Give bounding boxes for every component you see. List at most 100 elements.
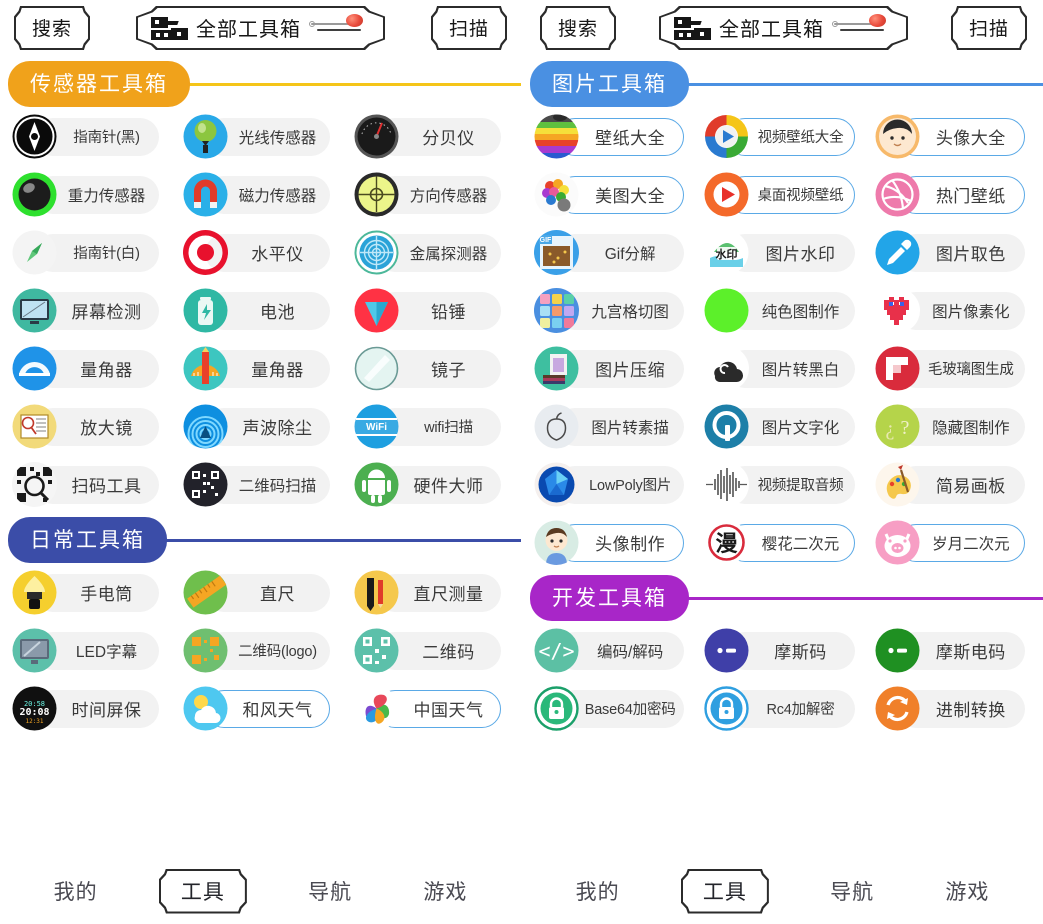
tool-item[interactable]: 分贝仪 [346, 113, 517, 160]
time-screensaver-icon: 20:58 20:08 12:31 [12, 686, 57, 731]
app-root: 搜索 全部工具箱 扫描 传感器工具箱 指南针(黑) 光线传感器 分贝仪 重力传感… [0, 0, 1043, 924]
tool-item[interactable]: 二维码(logo) [175, 627, 346, 674]
qr-code-icon [354, 628, 399, 673]
tool-item[interactable]: 指南针(黑) [4, 113, 175, 160]
all-toolbox-button[interactable]: 全部工具箱 [659, 6, 908, 50]
tool-item[interactable]: 岁月二次元 [867, 519, 1037, 566]
tool-item[interactable]: 硬件大师 [346, 461, 517, 508]
nav-item-2[interactable]: 导航 [298, 872, 362, 910]
tool-item[interactable]: 镜子 [346, 345, 517, 392]
right-scroll-area[interactable]: 图片工具箱壁纸大全 视频壁纸大全 头像大全美图大全 桌面视频壁纸 热门壁纸 GIF Gif分… [522, 52, 1043, 924]
tool-item[interactable]: 图片像素化 [867, 287, 1037, 334]
tool-item[interactable]: 图片取色 [867, 229, 1037, 276]
tool-item[interactable]: ¿? 隐藏图制作 [867, 403, 1037, 450]
tool-item[interactable]: 视频提取音频 [696, 461, 866, 508]
tool-item[interactable]: 指南针(白) [4, 229, 175, 276]
radix-convert-icon [875, 686, 920, 731]
compass-black-icon [12, 114, 57, 159]
decibel-meter-icon [354, 114, 399, 159]
tool-item[interactable]: 漫 樱花二次元 [696, 519, 866, 566]
tool-item[interactable]: 磁力传感器 [175, 171, 346, 218]
tool-item[interactable]: 中国天气 [346, 685, 517, 732]
left-scroll-area[interactable]: 传感器工具箱 指南针(黑) 光线传感器 分贝仪 重力传感器 磁力传感器 方向传感器 指南针(白… [0, 52, 521, 924]
tool-label: 摩斯电码 [935, 643, 1006, 662]
tool-item[interactable]: GIF Gif分解 [526, 229, 696, 276]
tool-label: 二维码扫描 [238, 477, 317, 495]
tool-label: 指南针(白) [73, 246, 140, 262]
tool-item[interactable]: </> 编码/解码 [526, 627, 696, 674]
tool-item[interactable]: 直尺测量 [346, 569, 517, 616]
tool-item[interactable]: 图片转素描 [526, 403, 696, 450]
tool-item[interactable]: 图片文字化 [696, 403, 866, 450]
tool-label: 视频提取音频 [757, 478, 844, 494]
tool-item[interactable]: 进制转换 [867, 685, 1037, 732]
nav-item-1[interactable]: 工具 [158, 868, 247, 914]
tool-item[interactable]: 视频壁纸大全 [696, 113, 866, 160]
tool-item[interactable]: 屏幕检测 [4, 287, 175, 334]
nav-item-0[interactable]: 我的 [566, 872, 630, 910]
tool-item[interactable]: 和风天气 [175, 685, 346, 732]
tool-item[interactable]: 水平仪 [175, 229, 346, 276]
search-button[interactable]: 搜索 [14, 6, 91, 50]
tool-item[interactable]: 毛玻璃图生成 [867, 345, 1037, 392]
tool-item[interactable]: 金属探测器 [346, 229, 517, 276]
hidden-image-icon: ¿? [875, 404, 920, 449]
tool-item[interactable]: 美图大全 [526, 171, 696, 218]
tool-item[interactable]: 手电筒 [4, 569, 175, 616]
left-panel: 搜索 全部工具箱 扫描 传感器工具箱 指南针(黑) 光线传感器 分贝仪 重力传感… [0, 0, 521, 924]
tool-item[interactable]: LowPoly图片 [526, 461, 696, 508]
right-fade [522, 842, 1043, 858]
tool-item[interactable]: 光线传感器 [175, 113, 346, 160]
tool-item[interactable]: 图片转黑白 [696, 345, 866, 392]
tool-item[interactable]: 声波除尘 [175, 403, 346, 450]
tool-item[interactable]: LED字幕 [4, 627, 175, 674]
tool-item[interactable]: 量角器 [4, 345, 175, 392]
tool-item[interactable]: 扫码工具 [4, 461, 175, 508]
protractor-orange-icon [183, 346, 228, 391]
tool-label: 水平仪 [251, 245, 304, 264]
tool-item[interactable]: 水印 图片水印 [696, 229, 866, 276]
nav-item-3[interactable]: 游戏 [413, 872, 477, 910]
tool-item[interactable]: 壁纸大全 [526, 113, 696, 160]
tool-item[interactable]: 摩斯码 [696, 627, 866, 674]
scan-button[interactable]: 扫描 [430, 6, 507, 50]
tool-item[interactable]: Rc4加解密 [696, 685, 866, 732]
nav-item-1[interactable]: 工具 [680, 868, 769, 914]
flashlight-icon [12, 570, 57, 615]
tool-item[interactable]: WiFi wifi扫描 [346, 403, 517, 450]
tool-label: 图片转黑白 [761, 361, 840, 379]
tool-item[interactable]: 头像制作 [526, 519, 696, 566]
nav-item-0[interactable]: 我的 [44, 872, 108, 910]
tool-item[interactable]: 电池 [175, 287, 346, 334]
scan-button[interactable]: 扫描 [950, 6, 1027, 50]
all-toolbox-button[interactable]: 全部工具箱 [136, 6, 385, 50]
gif-split-icon: GIF [534, 230, 579, 275]
tool-item[interactable]: Base64加密码 [526, 685, 696, 732]
tool-item[interactable]: 纯色图制作 [696, 287, 866, 334]
bottom-nav-left: 我的 工具 导航 游戏 [0, 858, 521, 924]
tool-item[interactable]: 量角器 [175, 345, 346, 392]
tool-item[interactable]: 直尺 [175, 569, 346, 616]
tool-item[interactable]: 20:58 20:08 12:31 时间屏保 [4, 685, 175, 732]
tool-item[interactable]: 重力传感器 [4, 171, 175, 218]
nav-item-2[interactable]: 导航 [820, 872, 884, 910]
tool-item[interactable]: 二维码扫描 [175, 461, 346, 508]
tool-item[interactable]: 图片压缩 [526, 345, 696, 392]
tool-item[interactable]: 方向传感器 [346, 171, 517, 218]
tool-label: 电池 [260, 303, 295, 322]
tool-item[interactable]: 简易画板 [867, 461, 1037, 508]
search-button[interactable]: 搜索 [540, 6, 617, 50]
tool-item[interactable]: 摩斯电码 [867, 627, 1037, 674]
tool-item[interactable]: 放大镜 [4, 403, 175, 450]
tool-item[interactable]: 九宫格切图 [526, 287, 696, 334]
tool-item[interactable]: 热门壁纸 [867, 171, 1037, 218]
light-sensor-icon [183, 114, 228, 159]
tool-item[interactable]: 二维码 [346, 627, 517, 674]
tool-item[interactable]: 桌面视频壁纸 [696, 171, 866, 218]
tool-item[interactable]: 铅锤 [346, 287, 517, 334]
tool-item[interactable]: 头像大全 [867, 113, 1037, 160]
plumb-bob-icon [354, 288, 399, 333]
tool-label: 图片水印 [765, 245, 836, 264]
nav-item-3[interactable]: 游戏 [935, 872, 999, 910]
section-title: 图片工具箱 [530, 61, 689, 107]
